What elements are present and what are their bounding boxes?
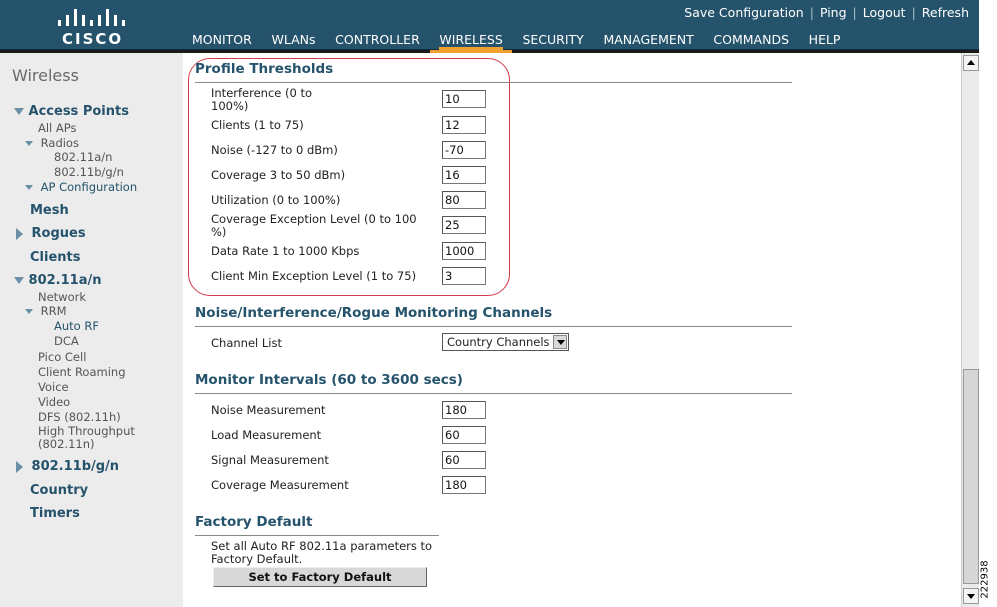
expand-right-icon[interactable] [16,460,23,473]
interference-input[interactable] [442,90,486,108]
main-nav: MONITOR WLANs CONTROLLER WIRELESS SECURI… [182,32,846,50]
factory-default-title: Factory Default [195,514,313,530]
divider [195,82,792,83]
clients-input[interactable] [442,116,486,134]
refresh-link[interactable]: Refresh [922,5,969,20]
nav-commands[interactable]: COMMANDS [713,32,789,50]
utilization-input[interactable] [442,191,486,209]
sidebar-item-radio-bg[interactable]: 802.11b/g/n [54,165,124,179]
ping-link[interactable]: Ping [820,5,847,20]
divider [195,535,439,536]
scroll-down-icon[interactable] [963,588,979,604]
noise-input[interactable] [442,141,486,159]
sidebar-item-timers[interactable]: Timers [30,506,80,521]
save-configuration-link[interactable]: Save Configuration [684,5,803,20]
sidebar: Wireless Access Points All APs Radios 80… [0,53,183,607]
sidebar-item-network[interactable]: Network [38,290,86,304]
sidebar-item-rogues[interactable]: Rogues [16,226,86,241]
nav-wlans[interactable]: WLANs [271,32,315,50]
factory-default-description: Set all Auto RF 802.11a parameters to Fa… [211,539,433,566]
coverage-input[interactable] [442,166,486,184]
sidebar-item-client-roaming[interactable]: Client Roaming [38,365,126,379]
divider [195,393,792,394]
coverage-measurement-input[interactable] [442,476,486,494]
coverage-label: Coverage 3 to 50 dBm) [211,168,346,182]
sidebar-item-high-throughput[interactable]: High Throughput (802.11n) [38,425,135,451]
profile-thresholds-title: Profile Thresholds [195,61,334,77]
signal-measurement-input[interactable] [442,451,486,469]
figure-id: 222938 [979,560,991,599]
set-to-factory-default-button[interactable]: Set to Factory Default [213,567,427,587]
client-min-exception-label: Client Min Exception Level (1 to 75) [211,269,417,283]
expand-down-icon[interactable] [14,108,24,115]
sidebar-item-country[interactable]: Country [30,483,88,498]
divider [195,326,792,327]
nav-monitor[interactable]: MONITOR [192,32,252,50]
sidebar-item-pico-cell[interactable]: Pico Cell [38,350,86,364]
sidebar-item-ap-configuration[interactable]: AP Configuration [25,180,137,194]
data-rate-label: Data Rate 1 to 1000 Kbps [211,244,360,258]
coverage-measurement-label: Coverage Measurement [211,478,349,492]
sidebar-item-auto-rf[interactable]: Auto RF [54,319,99,333]
client-min-exception-input[interactable] [442,267,486,285]
noise-label: Noise (-127 to 0 dBm) [211,143,338,157]
nav-wireless[interactable]: WIRELESS [439,32,503,50]
cisco-logo: CISCO [56,6,128,48]
data-rate-input[interactable] [442,242,486,260]
vertical-scrollbar[interactable] [961,53,979,607]
coverage-exception-input[interactable] [442,216,486,234]
signal-measurement-label: Signal Measurement [211,453,329,467]
cisco-bars-icon [58,6,126,26]
nav-help[interactable]: HELP [809,32,841,50]
logout-link[interactable]: Logout [863,5,906,20]
main-content: Profile Thresholds Interference (0 to 100… [183,53,961,607]
nav-controller[interactable]: CONTROLLER [335,32,420,50]
sidebar-item-access-points[interactable]: Access Points [14,104,129,119]
sidebar-item-80211bg[interactable]: 802.11b/g/n [16,459,119,474]
sidebar-title: Wireless [12,66,79,85]
dropdown-arrow-icon[interactable] [553,335,567,349]
clients-label: Clients (1 to 75) [211,118,304,132]
expand-down-icon[interactable] [14,277,24,284]
sidebar-item-radio-a[interactable]: 802.11a/n [54,150,112,164]
coverage-exception-label: Coverage Exception Level (0 to 100%) [211,212,417,239]
nav-security[interactable]: SECURITY [522,32,583,50]
expand-down-icon[interactable] [25,185,33,190]
sidebar-item-rrm[interactable]: RRM [25,304,67,318]
sidebar-item-video[interactable]: Video [38,395,70,409]
sidebar-item-80211a[interactable]: 802.11a/n [14,273,101,288]
monitoring-channels-title: Noise/Interference/Rogue Monitoring Chan… [195,305,553,321]
monitor-intervals-title: Monitor Intervals (60 to 3600 secs) [195,372,463,388]
channel-list-label: Channel List [211,336,282,350]
scroll-thumb[interactable] [963,369,979,584]
load-measurement-input[interactable] [442,426,486,444]
cisco-wordmark: CISCO [62,30,124,48]
sidebar-item-dca[interactable]: DCA [54,334,79,348]
scroll-up-icon[interactable] [963,55,979,71]
noise-measurement-input[interactable] [442,401,486,419]
sidebar-item-clients[interactable]: Clients [30,250,80,265]
channel-list-select[interactable]: Country Channels [442,333,569,351]
top-header-bar: CISCO Save Configuration | Ping | Logout | Ref… [0,0,979,50]
expand-down-icon[interactable] [25,141,33,146]
top-links: Save Configuration | Ping | Logout | Refresh [684,5,969,20]
sidebar-item-mesh[interactable]: Mesh [30,203,69,218]
expand-down-icon[interactable] [25,309,33,314]
noise-measurement-label: Noise Measurement [211,403,326,417]
sidebar-item-dfs[interactable]: DFS (802.11h) [38,410,121,424]
expand-right-icon[interactable] [16,227,23,240]
utilization-label: Utilization (0 to 100%) [211,193,341,207]
sidebar-item-voice[interactable]: Voice [38,380,69,394]
interference-label: Interference (0 to 100%) [211,86,313,113]
sidebar-item-all-aps[interactable]: All APs [38,121,77,135]
nav-management[interactable]: MANAGEMENT [603,32,693,50]
sidebar-item-radios[interactable]: Radios [25,136,79,150]
load-measurement-label: Load Measurement [211,428,322,442]
